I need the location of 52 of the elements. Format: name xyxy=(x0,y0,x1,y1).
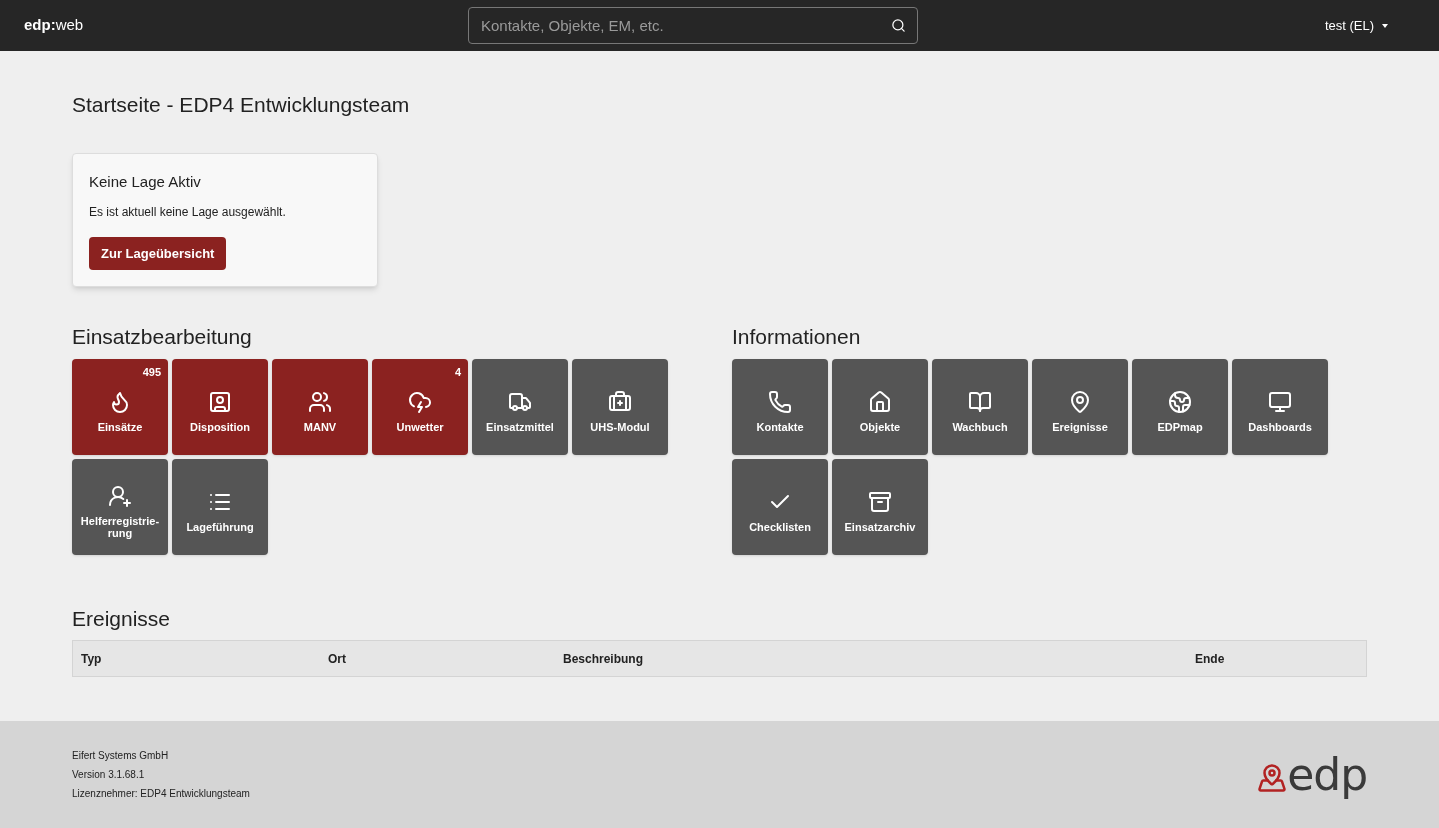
caret-icon xyxy=(1382,23,1388,28)
search-field[interactable]: Kontakte, Objekte, EM, etc. xyxy=(468,7,918,44)
house-icon xyxy=(868,390,892,414)
monitor-icon xyxy=(1268,390,1292,414)
footer-text: Lizenznehmer: EDP4 Entwicklungsteam xyxy=(72,787,250,801)
column-header: Beschreibung xyxy=(562,650,644,668)
section-title: Informationen xyxy=(732,324,862,350)
globe-icon xyxy=(1168,390,1192,414)
module-tile[interactable]: 495 Einsätze xyxy=(72,358,168,455)
section-title: Ereignisse xyxy=(72,605,172,632)
brand-logo[interactable]: edp:web xyxy=(24,14,468,37)
module-tile[interactable]: Wachbuch xyxy=(932,358,1028,455)
archive-icon xyxy=(868,490,892,514)
footer-logo: edp xyxy=(1287,752,1367,797)
module-tile[interactable]: EDPmap xyxy=(1132,358,1228,455)
overview-button[interactable]: Zur Lageübersicht xyxy=(89,237,227,270)
module-tile[interactable]: 4 Unwetter xyxy=(372,358,468,455)
count-label: 4 xyxy=(454,364,461,380)
medical-bag-icon xyxy=(608,390,632,414)
map-pin-icon xyxy=(1068,390,1092,414)
footer-text: Eifert Systems GmbH xyxy=(72,749,170,763)
column-header: Typ xyxy=(80,650,103,668)
module-tile[interactable]: Einsatzmittel xyxy=(472,358,568,455)
module-tile[interactable]: Disposition xyxy=(172,358,268,455)
section-title: Einsatzbearbeitung xyxy=(72,324,253,350)
module-tile[interactable]: Lageführung xyxy=(172,458,268,555)
column-header: Ende xyxy=(1194,650,1225,668)
module-tile[interactable]: Kontakte xyxy=(732,358,828,455)
module-tile[interactable]: Checklisten xyxy=(732,458,828,555)
module-tile[interactable]: Einsatzarchiv xyxy=(832,458,928,555)
module-tile[interactable]: Helferregistrie-rung xyxy=(72,458,168,555)
person-card-icon xyxy=(208,390,232,414)
search-icon[interactable] xyxy=(891,18,906,33)
module-tile[interactable]: Dashboards xyxy=(1232,358,1328,455)
count-label: 495 xyxy=(142,364,161,380)
person-plus-icon xyxy=(108,484,132,508)
page-title: Startseite - EDP4 Entwicklungsteam xyxy=(72,92,411,118)
phone-icon xyxy=(768,390,792,414)
module-tile[interactable]: UHS-Modul xyxy=(572,358,668,455)
storm-cloud-icon xyxy=(408,390,432,414)
card-text: Es ist aktuell keine Lage ausgewählt. xyxy=(89,204,287,221)
module-tile[interactable]: Objekte xyxy=(832,358,928,455)
truck-icon xyxy=(508,390,532,414)
user-menu[interactable]: test (EL) xyxy=(1324,15,1388,36)
card-title: Keine Lage Aktiv xyxy=(89,171,202,192)
module-tile[interactable]: Ereignisse xyxy=(1032,358,1128,455)
module-tile[interactable]: MANV xyxy=(272,358,368,455)
column-header: Ort xyxy=(327,650,347,668)
footer-text: Version 3.1.68.1 xyxy=(72,768,146,782)
people-icon xyxy=(308,390,332,414)
map-pin-icon xyxy=(1257,762,1288,793)
book-icon xyxy=(968,390,992,414)
